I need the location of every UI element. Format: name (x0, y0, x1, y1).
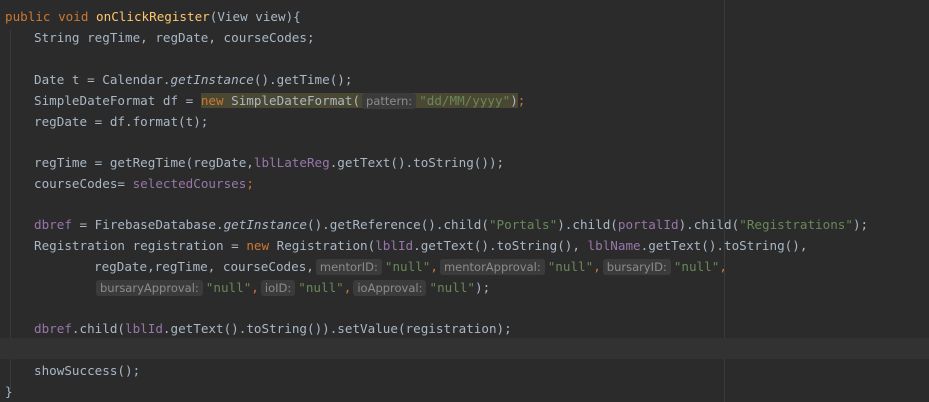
code-line-11[interactable]: bursaryApproval: "null", ioID: "null", ioApp… (94, 277, 490, 298)
code-text: courseCodes= (34, 176, 133, 191)
param-hint: mentorID: (315, 259, 382, 275)
comma: , (430, 259, 438, 274)
code-line-13[interactable]: showSuccess(); (34, 360, 140, 381)
code-line-7[interactable]: courseCodes= selectedCourses; (34, 173, 254, 194)
closing-brace: } (5, 384, 13, 399)
param-hint: ioID: (260, 280, 296, 296)
keyword-new: new (246, 238, 270, 253)
field-ref: lblLateReg (253, 155, 330, 170)
code-line-2[interactable]: String regTime, regDate, courseCodes; (34, 27, 315, 48)
static-call: getInstance (223, 217, 307, 232)
string-literal: "Portals" (488, 217, 558, 232)
code-text: .child( (71, 321, 125, 336)
code-text: Registration registration = (34, 238, 247, 253)
code-text: SimpleDateFormat( (223, 93, 361, 108)
code-line-9[interactable]: Registration registration = new Registra… (34, 235, 807, 256)
field-ref: dbref (34, 321, 72, 336)
field-ref: lblId (375, 238, 414, 253)
code-text: Date t = Calendar. (34, 72, 171, 87)
code-text: ).child( (678, 217, 740, 232)
code-text: Registration( (269, 238, 376, 253)
code-text: ).child( (557, 217, 618, 232)
keyword-new: new (200, 93, 224, 108)
code-line-5[interactable]: regDate = df.format(t); (34, 111, 208, 132)
comma: , (343, 280, 352, 295)
param-hint: ioApproval: (353, 280, 427, 296)
code-text: = FirebaseDatabase. (71, 217, 224, 232)
string-literal: "null" (429, 280, 475, 295)
current-line-highlight (0, 338, 929, 359)
code-text: ().getReference().child( (306, 217, 489, 232)
string-literal: "null" (298, 280, 344, 295)
semicolon: ; (517, 93, 526, 108)
code-text: regDate,regTime, courseCodes, (94, 259, 314, 274)
param-hint: mentorApproval: (439, 259, 545, 275)
field-ref: lblId (125, 321, 163, 336)
code-text: ) (510, 93, 518, 108)
method-params: (View view){ (209, 9, 301, 24)
string-literal: "null" (673, 259, 720, 274)
semicolon: ; (246, 176, 254, 191)
code-text: SimpleDateFormat df = (34, 93, 201, 108)
field-ref: portalId (617, 217, 679, 232)
code-text: showSuccess(); (34, 363, 141, 378)
code-text: regDate = df.format(t); (34, 114, 209, 129)
indent-guide (10, 30, 11, 390)
method-name: onClickRegister (96, 9, 210, 24)
string-literal: "dd/MM/yyyy" (419, 93, 511, 108)
code-editor[interactable]: public void onClickRegister(View view){ … (0, 0, 929, 402)
code-line-12[interactable]: dbref.child(lblId.getText().toString()).… (34, 318, 512, 339)
code-line-3[interactable]: Date t = Calendar.getInstance().getTime(… (34, 69, 352, 90)
code-line-8[interactable]: dbref = FirebaseDatabase.getInstance().g… (34, 214, 868, 235)
comma: , (593, 259, 601, 274)
code-text: .getText().toString(), (640, 238, 808, 253)
comma: , (719, 259, 727, 274)
code-text: regTime = getRegTime(regDate, (34, 155, 254, 170)
code-text: ); (474, 280, 491, 295)
string-literal: "null" (547, 259, 594, 274)
keyword-public: public (5, 9, 51, 24)
field-ref: dbref (34, 217, 72, 232)
highlighted-expression: new SimpleDateFormat(pattern: "dd/MM/yyyy… (200, 93, 518, 109)
code-text: .getText().toString(), (413, 238, 588, 253)
code-line-1[interactable]: public void onClickRegister(View view){ (5, 6, 301, 27)
comma: , (251, 280, 259, 295)
code-line-6[interactable]: regTime = getRegTime(regDate,lblLateReg.… (34, 152, 504, 173)
string-literal: "null" (384, 259, 431, 274)
code-text: .getText().toString()); (329, 155, 505, 170)
code-text: .getText().toString()).setValue(registra… (162, 321, 512, 336)
string-literal: "Registrations" (739, 217, 853, 232)
code-text: ().getTime(); (253, 72, 353, 87)
param-hint: bursaryID: (602, 259, 671, 275)
param-hint: pattern: (362, 93, 417, 109)
var-declaration: String regTime, regDate, courseCodes; (34, 30, 315, 45)
code-text: ); (852, 217, 869, 232)
code-line-4[interactable]: SimpleDateFormat df = new SimpleDateForm… (34, 90, 525, 111)
field-ref: lblName (587, 238, 641, 253)
static-call: getInstance (170, 72, 254, 87)
field-ref: selectedCourses (132, 176, 247, 191)
keyword-void: void (58, 9, 89, 24)
code-line-10[interactable]: regDate,regTime, courseCodes, mentorID: "n… (94, 256, 727, 277)
param-hint: bursaryApproval: (96, 280, 203, 296)
code-line-14[interactable]: } (5, 381, 13, 402)
string-literal: "null" (205, 280, 252, 295)
